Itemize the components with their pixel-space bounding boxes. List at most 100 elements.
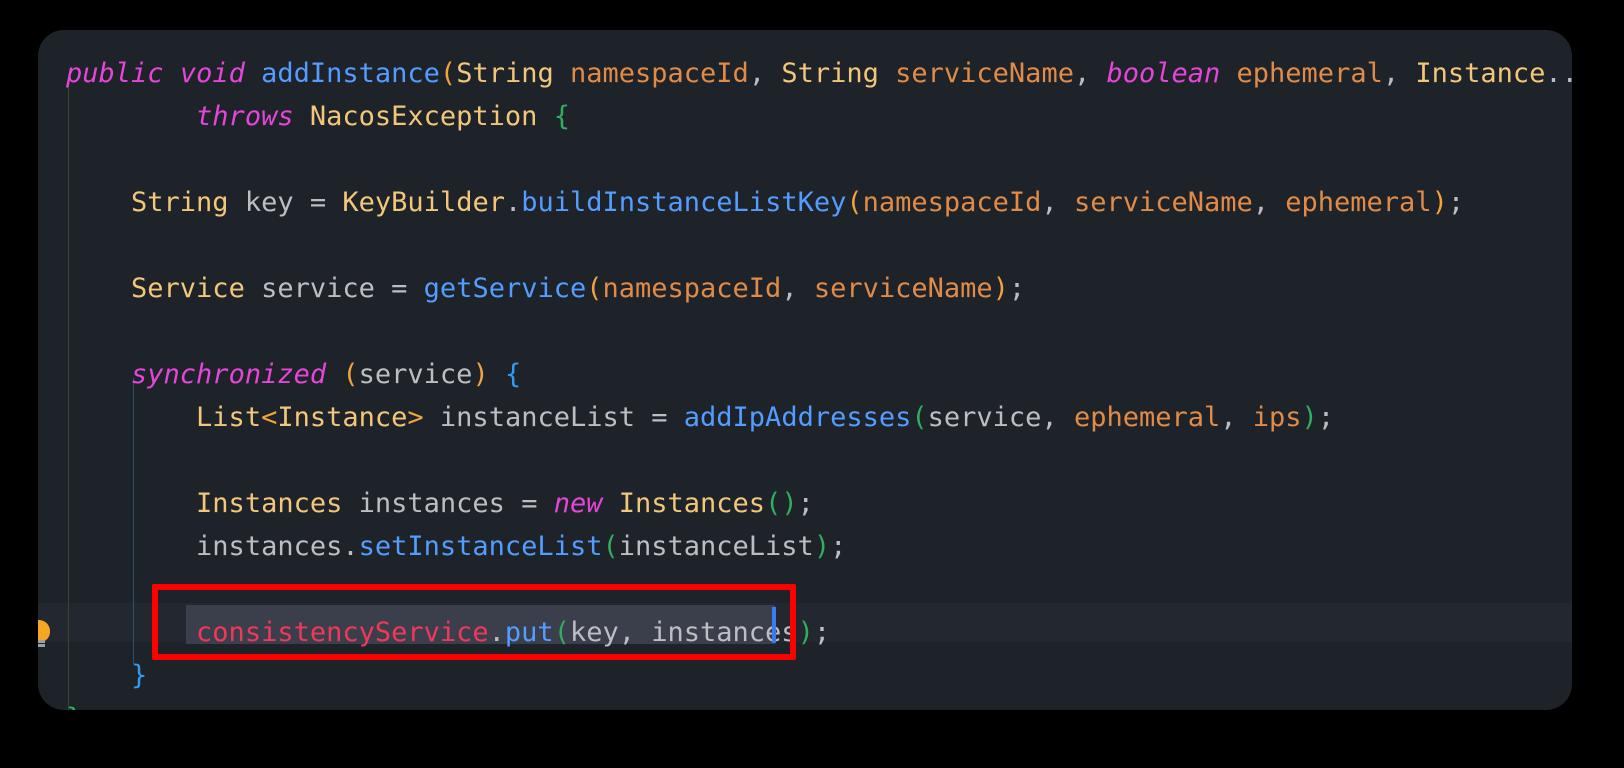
line-set-instance-list[interactable]: instances.setInstanceList(instanceList); (66, 525, 846, 568)
code-token: ; (814, 617, 830, 648)
code-token: , (619, 617, 652, 648)
code-token: Instance (1415, 58, 1545, 89)
code-token: instanceList (619, 531, 814, 562)
code-token (245, 58, 261, 89)
code-token: namespaceId (863, 187, 1042, 218)
line-new-instances[interactable]: Instances instances = new Instances(); (66, 482, 814, 525)
code-token: ephemeral (1074, 402, 1220, 433)
code-token: , (1074, 58, 1107, 89)
code-token: key (570, 617, 619, 648)
code-token: { (554, 101, 570, 132)
code-token: ) (1432, 187, 1448, 218)
code-token: setInstanceList (359, 531, 603, 562)
code-token: ( (765, 488, 781, 519)
code-token: ; (1448, 187, 1464, 218)
code-token (66, 359, 131, 390)
code-token: Service (131, 273, 245, 304)
code-token: ephemeral (1285, 187, 1431, 218)
code-token: synchronized (131, 359, 326, 390)
code-token: , (1041, 402, 1074, 433)
line-key-assign[interactable]: String key = KeyBuilder.buildInstanceLis… (66, 181, 1464, 224)
line-close-sync[interactable]: } (66, 654, 147, 697)
line-service-assign[interactable]: Service service = getService(namespaceId… (66, 267, 1025, 310)
code-token: ) (781, 488, 797, 519)
line-throws[interactable]: throws NacosException { (66, 95, 570, 138)
lightbulb-base-1 (38, 640, 45, 643)
code-token: instances (359, 488, 505, 519)
line-consistency-put[interactable]: consistencyService.put(key, instances); (66, 611, 830, 654)
lightbulb-glass (38, 620, 50, 642)
code-token: , (749, 58, 782, 89)
code-token: ) (1302, 402, 1318, 433)
code-token: addInstance (261, 58, 440, 89)
code-token (603, 488, 619, 519)
code-token: ) (814, 531, 830, 562)
code-token: service (928, 402, 1042, 433)
code-token: getService (424, 273, 587, 304)
code-token: boolean (1106, 58, 1220, 89)
code-token: serviceName (895, 58, 1074, 89)
code-token: String (131, 187, 229, 218)
code-token: Instances (619, 488, 765, 519)
code-text-layer[interactable]: public void addInstance(String namespace… (38, 30, 1572, 710)
code-token: , (1041, 187, 1074, 218)
code-token (245, 273, 261, 304)
lightbulb-icon[interactable] (38, 620, 54, 646)
code-token: buildInstanceListKey (521, 187, 846, 218)
code-editor-window[interactable]: public void addInstance(String namespace… (38, 30, 1572, 710)
code-token: = (375, 273, 424, 304)
code-token: put (505, 617, 554, 648)
code-token: public (66, 58, 164, 89)
code-token (342, 488, 358, 519)
code-token: instances (196, 531, 342, 562)
code-token: ( (602, 531, 618, 562)
code-token: , (1253, 187, 1286, 218)
code-token (66, 187, 131, 218)
code-token: serviceName (814, 273, 993, 304)
code-token: void (180, 58, 245, 89)
code-token: ) (993, 273, 1009, 304)
lightbulb-base-2 (38, 644, 45, 647)
line-close-method[interactable]: } (66, 697, 82, 710)
code-token: ( (554, 617, 570, 648)
code-token (66, 617, 196, 648)
line-method-signature[interactable]: public void addInstance(String namespace… (66, 52, 1572, 95)
code-token: ips (1253, 402, 1302, 433)
code-token (229, 187, 245, 218)
code-token: serviceName (1074, 187, 1253, 218)
code-token: String (456, 58, 554, 89)
code-token: = (635, 402, 684, 433)
code-token: ( (586, 273, 602, 304)
code-token: . (489, 617, 505, 648)
code-token: ( (846, 187, 862, 218)
code-token: ... (1545, 58, 1572, 89)
code-token: Instance (277, 402, 407, 433)
code-token: ephemeral (1237, 58, 1383, 89)
code-token: service (261, 273, 375, 304)
line-instancelist-assign[interactable]: List<Instance> instanceList = addIpAddre… (66, 396, 1334, 439)
code-token (424, 402, 440, 433)
code-token: String (781, 58, 879, 89)
code-token (326, 359, 342, 390)
code-token (66, 488, 196, 519)
code-token (66, 101, 196, 132)
code-token: addIpAddresses (684, 402, 912, 433)
code-token (294, 101, 310, 132)
code-token: < (261, 402, 277, 433)
code-token (164, 58, 180, 89)
code-token: namespaceId (603, 273, 782, 304)
code-token: KeyBuilder (342, 187, 505, 218)
code-token: } (66, 703, 82, 710)
code-token: . (342, 531, 358, 562)
code-token (1220, 58, 1236, 89)
code-token: ( (440, 58, 456, 89)
code-token: key (245, 187, 294, 218)
code-token: , (1383, 58, 1416, 89)
code-token (537, 101, 553, 132)
code-token: instanceList (440, 402, 635, 433)
code-token (66, 273, 131, 304)
code-token: ; (1009, 273, 1025, 304)
code-token: NacosException (310, 101, 538, 132)
code-token: . (505, 187, 521, 218)
code-token: { (505, 359, 521, 390)
